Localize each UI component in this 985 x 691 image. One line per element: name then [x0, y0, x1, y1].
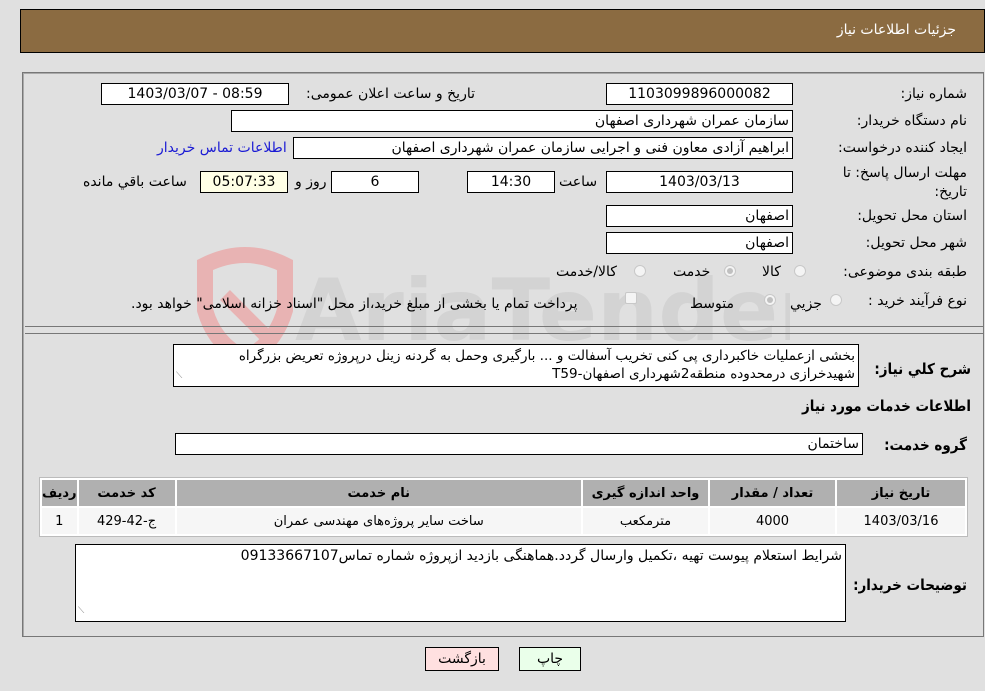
col-need-date: تاریخ نیاز: [837, 480, 965, 506]
services-table: تاریخ نیاز تعداد / مقدار واحد اندازه گیر…: [39, 477, 968, 537]
buyer-contact-link[interactable]: اطلاعات تماس خریدار: [157, 140, 287, 156]
col-row-number: ردیف: [42, 480, 77, 506]
col-unit: واحد اندازه گیری: [583, 480, 708, 506]
buyer-notes-textarea[interactable]: شرایط استعلام پیوست تهیه ،تکمیل وارسال گ…: [75, 544, 846, 622]
time-remaining-label: ساعت باقي مانده: [83, 174, 187, 190]
service-group-label: گروه خدمت:: [884, 436, 967, 454]
province-label: استان محل تحویل:: [857, 208, 967, 224]
col-service-code: کد خدمت: [78, 480, 175, 506]
deadline-time-field[interactable]: 14:30: [467, 171, 555, 193]
back-button[interactable]: بازگشت: [425, 647, 499, 671]
requester-field[interactable]: ابراهیم آزادی معاون فنی و اجرایی سازمان …: [293, 137, 793, 159]
buyer-notes-label: توضیحات خریدار:: [853, 576, 967, 594]
category-option-service: خدمت: [673, 264, 711, 280]
cell-need-date: 1403/03/16: [837, 508, 965, 534]
deadline-label-line2: تاریخ:: [934, 184, 967, 200]
col-quantity: تعداد / مقدار: [710, 480, 835, 506]
purchase-option-medium: متوسط: [690, 296, 734, 312]
page-header: جزئیات اطلاعات نیاز: [20, 9, 985, 53]
category-radio-service[interactable]: [724, 265, 736, 277]
resize-grip-icon[interactable]: ⟋: [78, 602, 84, 620]
table-header-row: تاریخ نیاز تعداد / مقدار واحد اندازه گیر…: [42, 480, 965, 506]
time-remaining-field: 05:07:33: [200, 171, 288, 193]
days-label: روز و: [295, 174, 327, 190]
treasury-payment-checkbox[interactable]: [625, 292, 637, 304]
category-label: طبقه بندی موضوعی:: [843, 264, 967, 280]
category-radio-goods[interactable]: [794, 265, 806, 277]
section-divider: [25, 333, 983, 334]
city-field[interactable]: اصفهان: [606, 232, 793, 254]
section-divider: [25, 326, 983, 327]
print-button[interactable]: چاپ: [519, 647, 581, 671]
province-field[interactable]: اصفهان: [606, 205, 793, 227]
category-option-goods: کالا: [762, 264, 781, 280]
need-number-field[interactable]: 1103099896000082: [606, 83, 793, 105]
cell-unit: مترمکعب: [583, 508, 708, 534]
description-text: بخشی ازعملیات خاکبرداری پی کنی تخریب آسف…: [238, 348, 855, 382]
description-textarea[interactable]: بخشی ازعملیات خاکبرداری پی کنی تخریب آسف…: [173, 344, 859, 387]
purchase-radio-medium[interactable]: [764, 294, 776, 306]
page-title: جزئیات اطلاعات نیاز: [836, 22, 956, 38]
cell-service-name: ساخت سایر پروژه‌های مهندسی عمران: [176, 508, 581, 534]
service-group-field[interactable]: ساختمان: [175, 433, 863, 455]
treasury-payment-note: پرداخت تمام یا بخشی از مبلغ خرید،از محل …: [131, 296, 578, 312]
purchase-option-minor: جزيي: [790, 296, 822, 312]
cell-service-code: ج-42-429: [78, 508, 175, 534]
deadline-label-line1: مهلت ارسال پاسخ: تا: [842, 165, 967, 181]
buyer-notes-text: شرایط استعلام پیوست تهیه ،تکمیل وارسال گ…: [240, 548, 842, 564]
purchase-radio-minor[interactable]: [830, 294, 842, 306]
category-option-goods-service: کالا/خدمت: [556, 264, 617, 280]
city-label: شهر محل تحویل:: [865, 235, 967, 251]
category-radio-goods-service[interactable]: [634, 265, 646, 277]
resize-grip-icon[interactable]: ⟋: [176, 367, 182, 385]
requester-label: ایجاد کننده درخواست:: [838, 140, 967, 156]
purchase-type-label: نوع فرآیند خرید :: [868, 293, 967, 309]
buyer-org-label: نام دستگاه خریدار:: [856, 113, 967, 129]
deadline-date-field[interactable]: 1403/03/13: [606, 171, 793, 193]
need-number-label: شماره نیاز:: [900, 86, 968, 102]
announce-datetime-label: تاریخ و ساعت اعلان عمومی:: [306, 86, 475, 102]
services-section-title: اطلاعات خدمات مورد نیاز: [802, 397, 971, 415]
buyer-org-field[interactable]: سازمان عمران شهرداری اصفهان: [231, 110, 793, 132]
description-label: شرح کلي نياز:: [874, 360, 971, 378]
col-service-name: نام خدمت: [176, 480, 581, 506]
announce-datetime-field[interactable]: 1403/03/07 - 08:59: [101, 83, 289, 105]
cell-row-number: 1: [42, 508, 77, 534]
days-remaining-field[interactable]: 6: [331, 171, 419, 193]
cell-quantity: 4000: [710, 508, 835, 534]
table-row: 1403/03/16 4000 مترمکعب ساخت سایر پروژه‌…: [42, 508, 965, 534]
deadline-time-label: ساعت: [559, 174, 598, 190]
